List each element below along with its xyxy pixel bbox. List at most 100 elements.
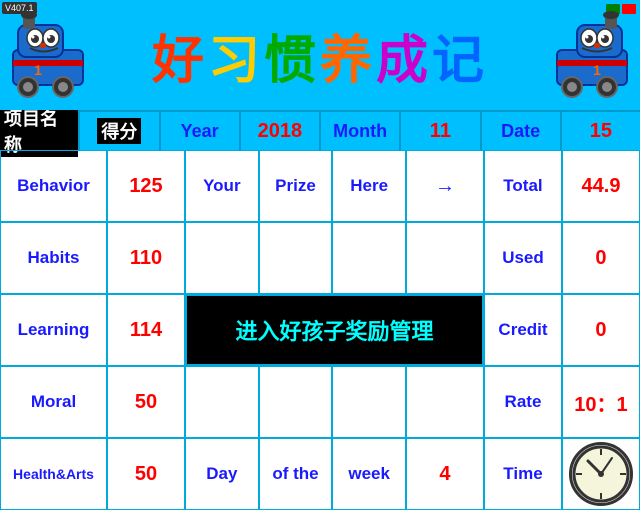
learning-score: 114 — [130, 319, 162, 342]
health-col5: week — [332, 438, 406, 510]
used-value-cell: 0 — [562, 222, 640, 294]
health-dow-number: 4 — [439, 463, 450, 486]
score-label: 得分 — [97, 118, 141, 144]
svg-text:1: 1 — [34, 62, 42, 78]
credit-label: Credit — [498, 320, 547, 340]
svg-text:1: 1 — [593, 62, 601, 78]
clock-cell — [562, 438, 640, 510]
credit-value-cell: 0 — [562, 294, 640, 366]
year-value-cell: 2018 — [241, 112, 321, 150]
moral-col5 — [332, 366, 406, 438]
thomas-left-svg: 1 — [8, 10, 93, 100]
used-label-cell: Used — [484, 222, 562, 294]
main-grid: Behavior 125 Your Prize Here → Total 44.… — [0, 150, 640, 510]
habits-col3 — [185, 222, 259, 294]
col-header-label: 项目名称 — [0, 112, 80, 150]
habits-score: 110 — [130, 247, 162, 270]
popup-text: 进入好孩子奖励管理 — [235, 314, 433, 346]
year-value: 2018 — [258, 120, 303, 143]
health-col4: of the — [259, 438, 333, 510]
month-value-cell: 11 — [401, 112, 481, 150]
health-score-cell: 50 — [107, 438, 185, 510]
behavior-prize: Prize — [275, 176, 316, 196]
header: V407.1 — [0, 0, 640, 110]
header-title: 好习惯养成记 — [93, 18, 547, 93]
month-label: Month — [333, 121, 387, 142]
year-label: Year — [181, 121, 219, 142]
title-char-5: 记 — [432, 32, 488, 90]
health-ofthe: of the — [272, 464, 318, 484]
behavior-arrow: → — [435, 175, 455, 198]
health-score: 50 — [135, 463, 157, 486]
behavior-here: Here — [350, 176, 388, 196]
behavior-col6: → — [406, 150, 484, 222]
learning-label: Learning — [18, 320, 90, 340]
title-char-3: 养 — [320, 32, 376, 90]
thomas-right: 1 — [547, 10, 632, 100]
title-char-2: 惯 — [264, 32, 320, 90]
behavior-your: Your — [203, 176, 240, 196]
year-label-cell: Year — [161, 112, 241, 150]
habits-col6 — [406, 222, 484, 294]
learning-score-cell: 114 — [107, 294, 185, 366]
thomas-left: 1 — [8, 10, 93, 100]
score-header: 得分 — [80, 112, 160, 150]
total-value: 44.9 — [582, 175, 621, 198]
credit-value: 0 — [595, 319, 606, 342]
total-label-cell: Total — [484, 150, 562, 222]
time-label: Time — [503, 464, 542, 484]
app-container: V407.1 — [0, 0, 640, 510]
health-week: week — [348, 464, 390, 484]
health-col6: 4 — [406, 438, 484, 510]
used-label: Used — [502, 248, 544, 268]
health-label: Health&Arts — [13, 466, 94, 482]
moral-col4 — [259, 366, 333, 438]
month-value: 11 — [430, 120, 451, 143]
total-value-cell: 44.9 — [562, 150, 640, 222]
behavior-col3: Your — [185, 150, 259, 222]
habits-score-cell: 110 — [107, 222, 185, 294]
rate-value: 10：1 — [574, 388, 627, 417]
clock-svg — [572, 445, 630, 503]
learning-label-cell: Learning — [0, 294, 107, 366]
moral-score: 50 — [135, 391, 157, 414]
title-char-4: 成 — [376, 32, 432, 90]
moral-label-cell: Moral — [0, 366, 107, 438]
behavior-col5: Here — [332, 150, 406, 222]
habits-col5 — [332, 222, 406, 294]
rate-value-cell: 10：1 — [562, 366, 640, 438]
habits-label-cell: Habits — [0, 222, 107, 294]
date-label: Date — [501, 121, 540, 142]
title-char-1: 习 — [208, 32, 264, 90]
behavior-score: 125 — [129, 175, 162, 198]
popup-overlay[interactable]: 进入好孩子奖励管理 — [185, 294, 484, 366]
title-char-0: 好 — [152, 32, 208, 90]
date-bar: 项目名称 得分 Year 2018 Month 11 Date 15 — [0, 110, 640, 150]
credit-label-cell: Credit — [484, 294, 562, 366]
moral-col3 — [185, 366, 259, 438]
month-label-cell: Month — [321, 112, 401, 150]
moral-score-cell: 50 — [107, 366, 185, 438]
health-label-cell: Health&Arts — [0, 438, 107, 510]
rate-label: Rate — [505, 392, 542, 412]
behavior-label: Behavior — [17, 176, 90, 196]
thomas-right-svg: 1 — [547, 10, 632, 100]
date-value-cell: 15 — [562, 112, 640, 150]
health-day: Day — [206, 464, 237, 484]
rate-label-cell: Rate — [484, 366, 562, 438]
moral-col6 — [406, 366, 484, 438]
behavior-score-cell: 125 — [107, 150, 185, 222]
date-value: 15 — [590, 120, 612, 143]
time-label-cell: Time — [484, 438, 562, 510]
used-value: 0 — [595, 247, 606, 270]
moral-label: Moral — [31, 392, 76, 412]
behavior-col4: Prize — [259, 150, 333, 222]
total-label: Total — [503, 176, 542, 196]
clock-face — [569, 442, 633, 506]
title-text: 好习惯养成记 — [152, 18, 488, 93]
date-label-cell: Date — [482, 112, 562, 150]
health-col3: Day — [185, 438, 259, 510]
habits-col4 — [259, 222, 333, 294]
habits-label: Habits — [28, 248, 80, 268]
behavior-label-cell: Behavior — [0, 150, 107, 222]
